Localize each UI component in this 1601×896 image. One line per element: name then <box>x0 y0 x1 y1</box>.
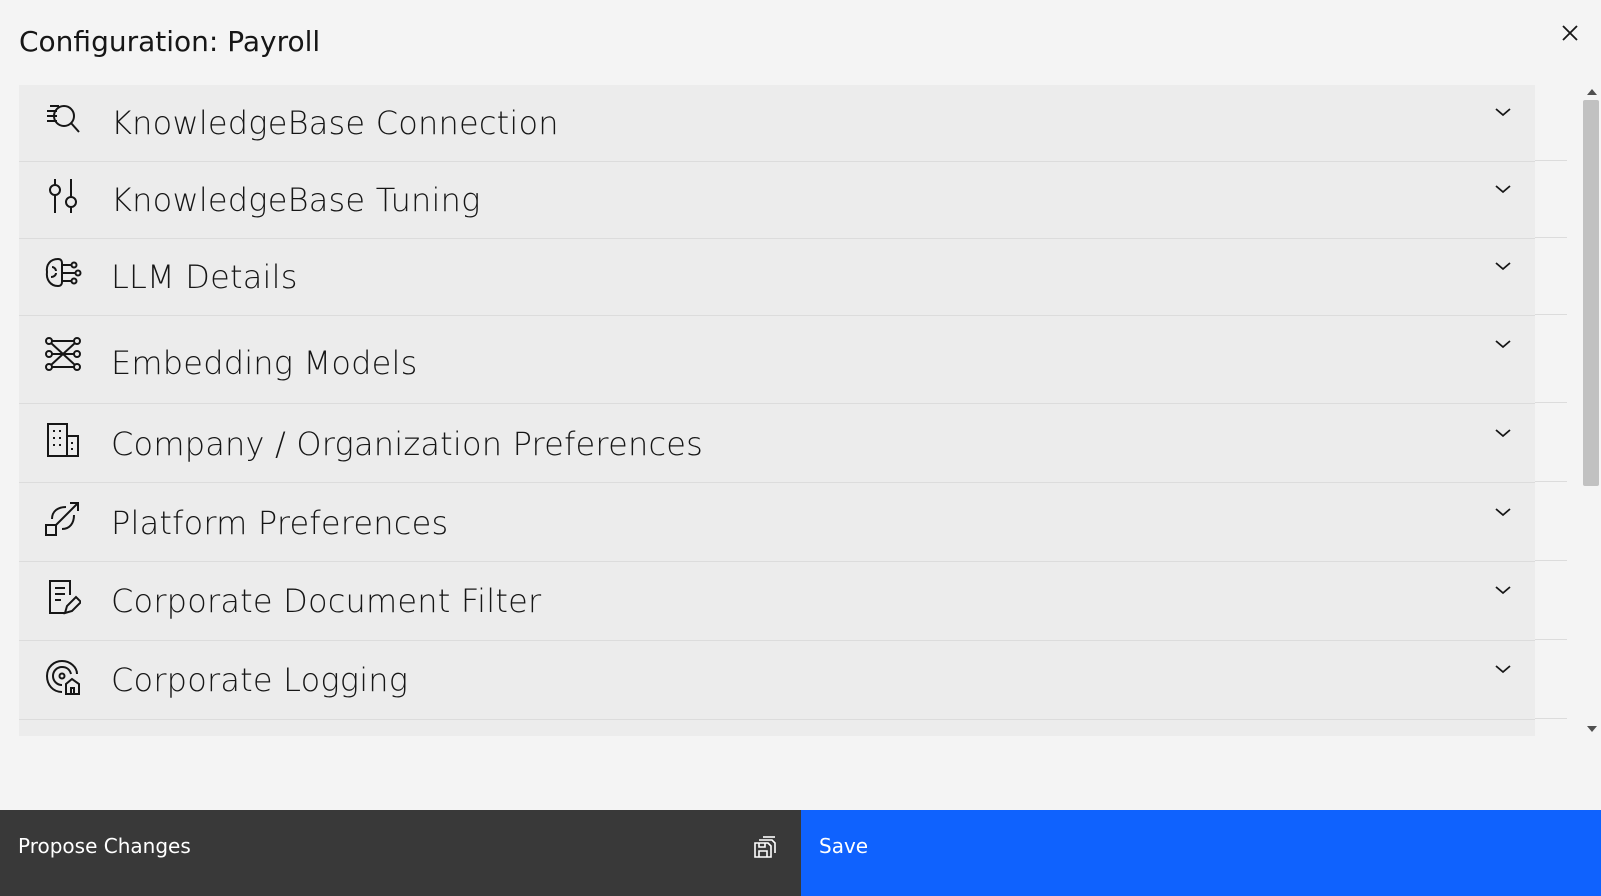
close-button[interactable] <box>1554 19 1586 51</box>
network-icon <box>43 336 83 376</box>
save-button[interactable]: Save <box>801 810 1601 896</box>
scrollbar-thumb[interactable] <box>1583 100 1599 486</box>
accordion-item-corporate-logging[interactable]: Corporate Logging <box>19 641 1567 720</box>
vertical-scrollbar[interactable] <box>1582 85 1601 736</box>
chevron-down-icon[interactable] <box>1491 177 1515 201</box>
save-series-icon <box>752 834 778 860</box>
save-label: Save <box>819 834 869 858</box>
accordion-item-label: Company / Organization Preferences <box>111 425 704 463</box>
chevron-down-icon[interactable] <box>1491 254 1515 278</box>
accordion-item-company-organization-preferences[interactable]: Company / Organization Preferences <box>19 404 1567 483</box>
accordion-item-label: Embedding Models <box>111 344 418 382</box>
modal-footer: Propose Changes Save <box>0 810 1601 896</box>
scroll-down-arrow-icon[interactable] <box>1582 722 1601 736</box>
propose-changes-label: Propose Changes <box>18 834 191 858</box>
accordion-item-label: Corporate Document Filter <box>111 582 542 620</box>
configuration-modal: Configuration: Payroll KnowledgeBase Con… <box>0 0 1601 896</box>
chevron-down-icon[interactable] <box>1491 500 1515 524</box>
settings-adjust-icon <box>43 177 83 217</box>
chevron-down-icon[interactable] <box>1491 332 1515 356</box>
accordion-item-llm-details[interactable]: LLM Details <box>19 239 1567 316</box>
ai-brain-icon <box>43 255 83 295</box>
accordion-item-next[interactable] <box>19 720 1567 736</box>
accordion-item-knowledgebase-tuning[interactable]: KnowledgeBase Tuning <box>19 162 1567 239</box>
accordion-scroll-area: KnowledgeBase Connection KnowledgeBase T… <box>19 85 1567 736</box>
modal-title: Configuration: Payroll <box>19 25 321 58</box>
accordion-item-label: KnowledgeBase Connection <box>111 104 559 142</box>
close-icon <box>1560 23 1580 47</box>
accordion-item-embedding-models[interactable]: Embedding Models <box>19 316 1567 404</box>
building-icon <box>43 422 83 462</box>
accordion-item-platform-preferences[interactable]: Platform Preferences <box>19 483 1567 562</box>
search-list-icon <box>43 101 83 141</box>
propose-changes-button[interactable]: Propose Changes <box>0 810 801 896</box>
accordion-item-label: KnowledgeBase Tuning <box>111 181 481 219</box>
chevron-down-icon[interactable] <box>1491 100 1515 124</box>
accordion-item-label: Corporate Logging <box>111 661 409 699</box>
chevron-down-icon[interactable] <box>1491 657 1515 681</box>
accordion: KnowledgeBase Connection KnowledgeBase T… <box>19 85 1567 736</box>
scroll-up-arrow-icon[interactable] <box>1582 85 1601 99</box>
accordion-item-corporate-document-filter[interactable]: Corporate Document Filter <box>19 562 1567 641</box>
logging-icon <box>43 658 83 698</box>
accordion-item-knowledgebase-connection[interactable]: KnowledgeBase Connection <box>19 85 1567 162</box>
chevron-down-icon[interactable] <box>1491 421 1515 445</box>
accordion-item-label: LLM Details <box>111 258 298 296</box>
chevron-down-icon[interactable] <box>1491 578 1515 602</box>
document-edit-icon <box>43 579 83 619</box>
platform-icon <box>43 499 83 539</box>
accordion-item-label: Platform Preferences <box>111 504 449 542</box>
